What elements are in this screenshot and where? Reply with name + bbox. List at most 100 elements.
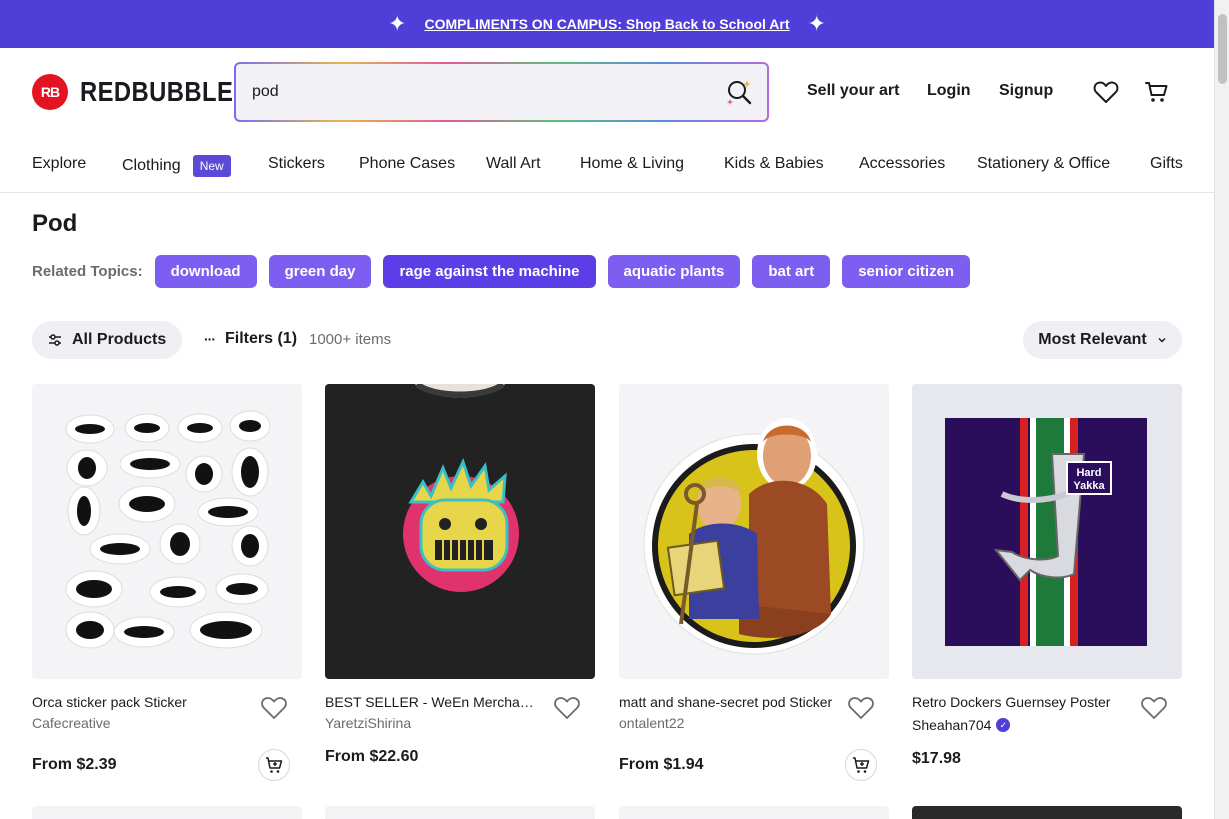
sell-link[interactable]: Sell your art xyxy=(807,82,899,100)
category-stationery-office[interactable]: Stationery & Office xyxy=(977,155,1110,173)
search-icon[interactable] xyxy=(725,78,753,106)
artist-name: Cafecreative xyxy=(32,715,111,731)
product-title[interactable]: Orca sticker pack Sticker xyxy=(32,694,247,710)
product-card[interactable]: Orca sticker pack Sticker Cafecreative F… xyxy=(32,384,302,781)
page-title: Pod xyxy=(32,210,78,237)
category-stickers[interactable]: Stickers xyxy=(268,155,325,173)
add-to-cart-button[interactable] xyxy=(845,749,877,781)
all-products-label: All Products xyxy=(72,331,167,348)
search-bar xyxy=(234,62,769,122)
wishlist-button[interactable] xyxy=(1092,78,1120,106)
category-wall-art[interactable]: Wall Art xyxy=(486,155,541,173)
orca-stickers-image xyxy=(32,384,302,679)
search-input[interactable] xyxy=(252,83,725,101)
category-explore[interactable]: Explore xyxy=(32,155,86,173)
more-icon: ··· xyxy=(204,331,216,347)
signup-link-label: Signup xyxy=(999,82,1054,99)
poster-image: Hard Yakka xyxy=(912,384,1182,679)
topic-chip[interactable]: green day xyxy=(268,255,372,288)
signup-link[interactable]: Signup xyxy=(999,82,1053,100)
sort-label: Most Relevant xyxy=(1038,331,1147,348)
category-kids-babies[interactable]: Kids & Babies xyxy=(724,155,824,173)
sparkle-icon: ✦ xyxy=(807,11,826,36)
product-title[interactable]: Retro Dockers Guernsey Poster xyxy=(912,694,1127,710)
product-card-peek[interactable] xyxy=(619,806,889,819)
product-card-peek[interactable] xyxy=(912,806,1182,819)
category-clothing[interactable]: Clothing New xyxy=(122,155,231,177)
poster-text: Hard xyxy=(1076,467,1101,479)
category-accessories[interactable]: Accessories xyxy=(859,155,945,173)
product-price: From $1.94 xyxy=(619,756,704,773)
verified-icon: ✓ xyxy=(996,718,1011,732)
product-card[interactable]: BEST SELLER - WeEn Merchandise T-Shirt Y… xyxy=(325,384,595,765)
product-artist[interactable]: Sheahan704 ✓ xyxy=(912,717,1011,733)
scrollbar-thumb[interactable] xyxy=(1218,14,1227,84)
cart-button[interactable] xyxy=(1143,78,1171,106)
category-home-living[interactable]: Home & Living xyxy=(580,155,684,173)
filters-button[interactable]: ··· Filters (1) xyxy=(204,330,297,348)
product-card-peek[interactable] xyxy=(32,806,302,819)
sticker-image xyxy=(619,384,889,679)
product-artist[interactable]: YaretziShirina xyxy=(325,715,411,731)
site-header: RB REDBUBBLE Sell your art Login Signup xyxy=(0,48,1214,136)
tshirt-image xyxy=(325,384,595,679)
product-artist[interactable]: ontalent22 xyxy=(619,715,684,731)
topic-chip[interactable]: bat art xyxy=(752,255,831,288)
heart-icon[interactable] xyxy=(1140,694,1168,722)
filters-label: Filters (1) xyxy=(225,330,298,347)
login-link-label: Login xyxy=(927,82,971,99)
related-topics: Related Topics: download green day rage … xyxy=(32,255,982,288)
all-products-button[interactable]: All Products xyxy=(32,321,183,359)
add-to-cart-button[interactable] xyxy=(258,749,290,781)
logo-mark: RB xyxy=(32,74,68,110)
topic-chip[interactable]: rage against the machine xyxy=(383,255,596,288)
category-label: Phone Cases xyxy=(359,155,456,172)
product-image[interactable] xyxy=(325,384,595,679)
product-card[interactable]: Hard Yakka Retro Dockers Guernsey Poster… xyxy=(912,384,1182,767)
sort-select[interactable]: Most Relevant xyxy=(1023,321,1182,359)
cart-icon xyxy=(1145,82,1168,102)
heart-icon xyxy=(1093,81,1119,103)
product-title[interactable]: matt and shane-secret pod Sticker xyxy=(619,694,834,710)
category-label: Kids & Babies xyxy=(724,155,824,172)
page-scrollbar[interactable] xyxy=(1214,0,1229,819)
category-phone-cases[interactable]: Phone Cases xyxy=(359,155,455,173)
promo-link[interactable]: COMPLIMENTS ON CAMPUS: Shop Back to Scho… xyxy=(424,16,789,32)
poster-text: Yakka xyxy=(1073,480,1105,492)
topic-chip[interactable]: download xyxy=(154,255,257,288)
login-link[interactable]: Login xyxy=(927,82,971,100)
category-nav: Explore Clothing New Stickers Phone Case… xyxy=(0,136,1214,193)
related-topics-label: Related Topics: xyxy=(32,263,143,280)
product-title[interactable]: BEST SELLER - WeEn Merchandise T-Shirt xyxy=(325,694,540,710)
cart-add-icon xyxy=(853,757,870,773)
logo[interactable]: RB REDBUBBLE xyxy=(32,74,260,110)
heart-icon[interactable] xyxy=(847,694,875,722)
product-image[interactable] xyxy=(32,384,302,679)
artist-name: YaretziShirina xyxy=(325,715,412,731)
product-price: From $2.39 xyxy=(32,756,117,773)
product-image[interactable] xyxy=(619,384,889,679)
topic-chip[interactable]: senior citizen xyxy=(842,255,971,288)
promo-banner: ✦ COMPLIMENTS ON CAMPUS: Shop Back to Sc… xyxy=(0,0,1214,48)
category-label: Home & Living xyxy=(580,155,685,172)
sell-link-label: Sell your art xyxy=(807,82,900,99)
sparkle-icon: ✦ xyxy=(388,11,407,36)
category-label: Explore xyxy=(32,155,87,172)
product-artist[interactable]: Cafecreative xyxy=(32,715,111,731)
new-badge: New xyxy=(192,155,231,177)
chevron-down-icon xyxy=(1158,337,1166,343)
category-label: Clothing xyxy=(122,157,181,174)
product-card[interactable]: matt and shane-secret pod Sticker ontale… xyxy=(619,384,889,781)
heart-icon[interactable] xyxy=(553,694,581,722)
category-gifts[interactable]: Gifts xyxy=(1150,155,1183,173)
heart-icon[interactable] xyxy=(260,694,288,722)
product-card-peek[interactable] xyxy=(325,806,595,819)
category-label: Wall Art xyxy=(486,155,541,172)
category-label: Stationery & Office xyxy=(977,155,1111,172)
artist-name: ontalent22 xyxy=(619,715,685,731)
cart-add-icon xyxy=(266,757,283,773)
product-image[interactable]: Hard Yakka xyxy=(912,384,1182,679)
topic-chip[interactable]: aquatic plants xyxy=(607,255,741,288)
logo-wordmark: REDBUBBLE xyxy=(80,76,234,107)
product-price: $17.98 xyxy=(912,750,961,767)
